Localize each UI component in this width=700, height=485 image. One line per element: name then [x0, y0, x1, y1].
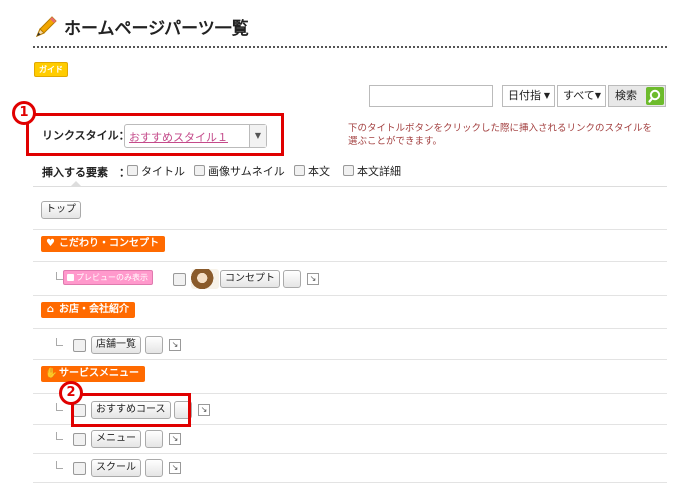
preview-only-label: プレビューのみ表示 [76, 273, 148, 282]
tree-branch [56, 338, 63, 346]
callout-box-recommended-course [71, 393, 191, 427]
category-shop-company-label: お店・会社紹介 [59, 304, 129, 315]
checkbox-store-list[interactable] [73, 339, 86, 352]
edit-icon[interactable] [145, 336, 163, 354]
edit-icon[interactable] [145, 430, 163, 448]
item-concept-button[interactable]: コンセプト [220, 270, 280, 288]
page-title: ホームページパーツ一覧 [64, 19, 249, 39]
checkbox-concept[interactable] [173, 273, 186, 286]
category-concept[interactable]: ♥ こだわり・コンセプト [41, 236, 165, 252]
section-divider [33, 261, 667, 262]
item-menu-button[interactable]: メニュー [91, 430, 141, 448]
magnifier-icon [648, 89, 661, 103]
caret-down-icon: ▼ [543, 91, 550, 100]
category-filter-select[interactable]: すべて ▼ [557, 85, 606, 107]
link-style-description: 下のタイトルボタンをクリックした際に挿入されるリンクのスタイルを選ぶことができま… [348, 123, 653, 147]
open-link-icon[interactable]: ↘ [198, 404, 210, 416]
date-filter-value: 日付指 [508, 89, 541, 102]
open-link-icon[interactable]: ↘ [307, 273, 319, 285]
hand-icon: ✋ [45, 368, 58, 379]
section-divider [33, 229, 667, 230]
search-button[interactable]: 検索 [608, 85, 666, 107]
checkbox-body[interactable] [294, 165, 305, 176]
section-divider [33, 328, 667, 329]
concept-thumbnail [191, 269, 219, 289]
option-body-label: 本文 [308, 165, 330, 178]
pointer-triangle [70, 181, 82, 187]
tree-branch [56, 272, 63, 280]
tree-branch [56, 403, 63, 411]
open-link-icon[interactable]: ↘ [169, 462, 181, 474]
preview-only-badge[interactable]: プレビューのみ表示 [63, 270, 153, 285]
checkbox-school[interactable] [73, 462, 86, 475]
checkbox-body-detail[interactable] [343, 165, 354, 176]
option-title-label: タイトル [141, 165, 185, 178]
callout-number-1: 1 [12, 101, 36, 125]
category-service-menu-label: サービスメニュー [59, 368, 139, 379]
edit-icon[interactable] [145, 459, 163, 477]
category-shop-company[interactable]: ⌂ お店・会社紹介 [41, 302, 135, 318]
category-filter-value: すべて [563, 89, 595, 102]
shop-icon: ⌂ [46, 304, 55, 315]
open-link-icon[interactable]: ↘ [169, 433, 181, 445]
header-divider [33, 46, 667, 48]
checkbox-menu[interactable] [73, 433, 86, 446]
callout-number-2: 2 [59, 381, 83, 405]
checkbox-title[interactable] [127, 165, 138, 176]
option-body-detail-label: 本文詳細 [357, 165, 401, 178]
date-filter-select[interactable]: 日付指 ▼ [502, 85, 555, 107]
open-link-icon[interactable]: ↘ [169, 339, 181, 351]
guide-badge[interactable]: ガイド [34, 62, 68, 77]
section-divider [33, 453, 667, 454]
top-button[interactable]: トップ [41, 201, 81, 219]
item-store-list-button[interactable]: 店舗一覧 [91, 336, 141, 354]
item-school-button[interactable]: スクール [91, 459, 141, 477]
section-divider [33, 295, 667, 296]
pencil-icon [36, 16, 57, 37]
tree-branch [56, 432, 63, 440]
tree-branch [56, 461, 63, 469]
category-concept-label: こだわり・コンセプト [59, 238, 159, 249]
insert-elements-label: 挿入する要素 ： [42, 166, 130, 179]
caret-down-icon: ▼ [594, 91, 601, 100]
heart-icon: ♥ [46, 238, 55, 249]
preview-icon [67, 274, 74, 281]
search-input[interactable] [369, 85, 493, 107]
edit-icon[interactable] [283, 270, 301, 288]
callout-box-link-style [26, 113, 284, 156]
section-divider [33, 482, 667, 483]
category-service-menu[interactable]: ✋ サービスメニュー [41, 366, 145, 382]
section-divider [33, 359, 667, 360]
options-divider [33, 186, 667, 187]
option-image-thumbnail-label: 画像サムネイル [208, 165, 285, 178]
search-go-button[interactable] [646, 87, 664, 105]
search-button-label: 検索 [615, 89, 637, 102]
checkbox-image-thumbnail[interactable] [194, 165, 205, 176]
